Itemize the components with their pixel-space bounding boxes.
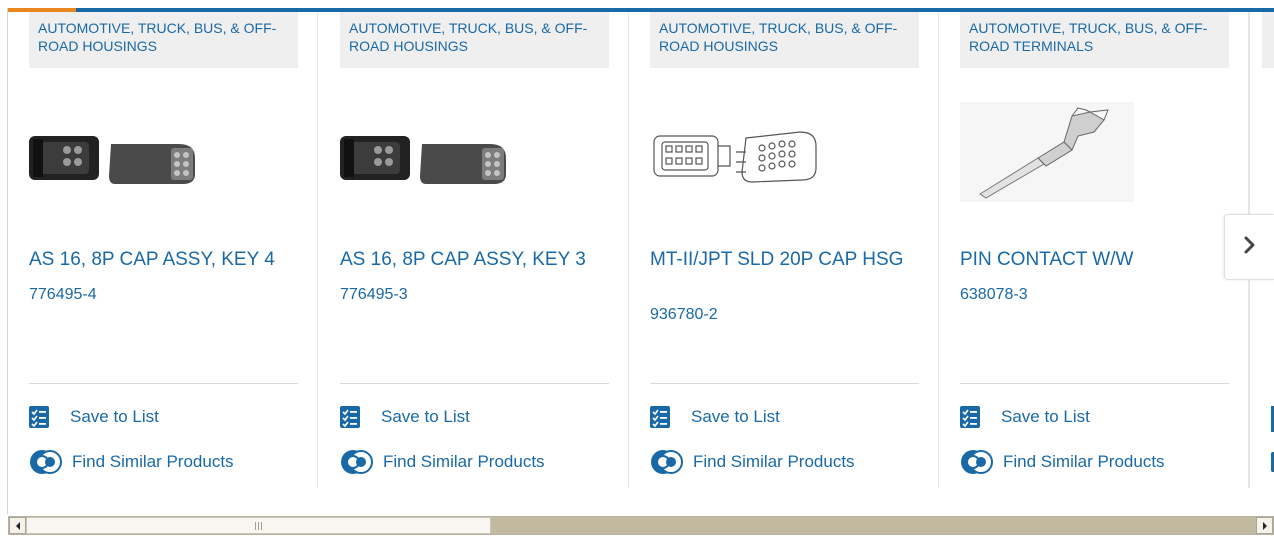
product-card: AUTOMOTIVE, TRUCK, BUS, & OFF-ROAD HOUSI… (8, 12, 318, 488)
find-similar-products-button[interactable]: Find Similar Products (650, 449, 855, 475)
find-similar-icon (29, 449, 63, 475)
save-to-list-label: Save to List (1001, 407, 1090, 426)
save-to-list-button[interactable]: Save to List (960, 404, 1090, 430)
product-card: AUTOMOTIVE, TRUCK, BUS, & OFF-ROAD HOUSI… (319, 12, 629, 488)
connector-housing-pair-icon[interactable] (29, 102, 298, 202)
part-number[interactable]: 776495-4 (29, 285, 97, 305)
product-title[interactable]: PIN CONTACT W/W (960, 250, 1229, 269)
find-similar-label: Find Similar Products (383, 452, 545, 471)
product-card: AUTOMOTIVE, TRUCK, BUS, & OFF-ROAD HOUSI… (629, 12, 939, 488)
product-category[interactable]: AUTOMOTIVE, TRUCK, BUS, & OFF-ROAD HOUSI… (340, 12, 609, 68)
product-title[interactable]: AS 16, 8P CAP ASSY, KEY 3 (340, 250, 609, 269)
find-similar-products-button[interactable]: Find Similar Products (960, 449, 1165, 475)
part-number[interactable]: 638078-3 (960, 285, 1028, 305)
connector-housing-pair-icon[interactable] (340, 102, 609, 202)
save-to-list-label: Save to List (691, 407, 780, 426)
divider (29, 383, 298, 384)
scroll-left-arrow-icon[interactable] (9, 517, 26, 534)
find-similar-label: Find Similar Products (693, 452, 855, 471)
product-title[interactable]: AS 16, 8P CAP ASSY, KEY 4 (29, 250, 298, 269)
product-category[interactable]: AUTOMOTIVE, TRUCK, BUS, & OFF-ROAD HOUSI… (29, 12, 298, 68)
save-to-list-button[interactable]: Save to List (650, 404, 780, 430)
save-to-list-label: Save to List (381, 407, 470, 426)
find-similar-icon (960, 449, 994, 475)
scroll-right-arrow-icon[interactable] (1256, 517, 1273, 534)
save-to-list-label: Save to List (70, 407, 159, 426)
chevron-right-icon (1243, 235, 1257, 260)
find-similar-icon (340, 449, 374, 475)
divider (650, 383, 919, 384)
checklist-icon (340, 406, 362, 428)
part-number[interactable]: 936780-2 (650, 305, 718, 325)
pin-contact-icon[interactable] (960, 102, 1229, 202)
find-similar-label: Find Similar Products (72, 452, 234, 471)
product-carousel: AUTOMOTIVE, TRUCK, BUS, & OFF-ROAD HOUSI… (8, 12, 1274, 512)
save-to-list-button[interactable]: Save to List (340, 404, 470, 430)
carousel-next-button[interactable] (1224, 214, 1274, 280)
part-number[interactable]: 776495-3 (340, 285, 408, 305)
scrollbar-track[interactable] (491, 517, 1256, 534)
divider (960, 383, 1229, 384)
product-category[interactable]: AUTOMOTIVE, TRUCK, BUS, & OFF-ROAD HOUSI… (650, 12, 919, 68)
find-similar-products-button[interactable]: Find Similar Products (29, 449, 234, 475)
product-card: AUTOMOTIVE, TRUCK, BUS, & OFF-ROAD TERMI… (939, 12, 1249, 488)
save-to-list-button[interactable]: Save to List (29, 404, 159, 430)
find-similar-products-button[interactable]: Find Similar Products (340, 449, 545, 475)
product-category-partial (1262, 12, 1274, 68)
checklist-icon (29, 406, 51, 428)
connector-line-drawing-icon[interactable] (650, 102, 919, 202)
product-title[interactable]: MT-II/JPT SLD 20P CAP HSG (650, 250, 919, 269)
product-category[interactable]: AUTOMOTIVE, TRUCK, BUS, & OFF-ROAD TERMI… (960, 12, 1229, 68)
horizontal-scrollbar[interactable] (8, 516, 1274, 535)
divider (340, 383, 609, 384)
find-similar-label: Find Similar Products (1003, 452, 1165, 471)
find-similar-icon (650, 449, 684, 475)
checklist-icon (960, 406, 982, 428)
scrollbar-thumb[interactable] (26, 517, 491, 534)
checklist-icon (650, 406, 672, 428)
